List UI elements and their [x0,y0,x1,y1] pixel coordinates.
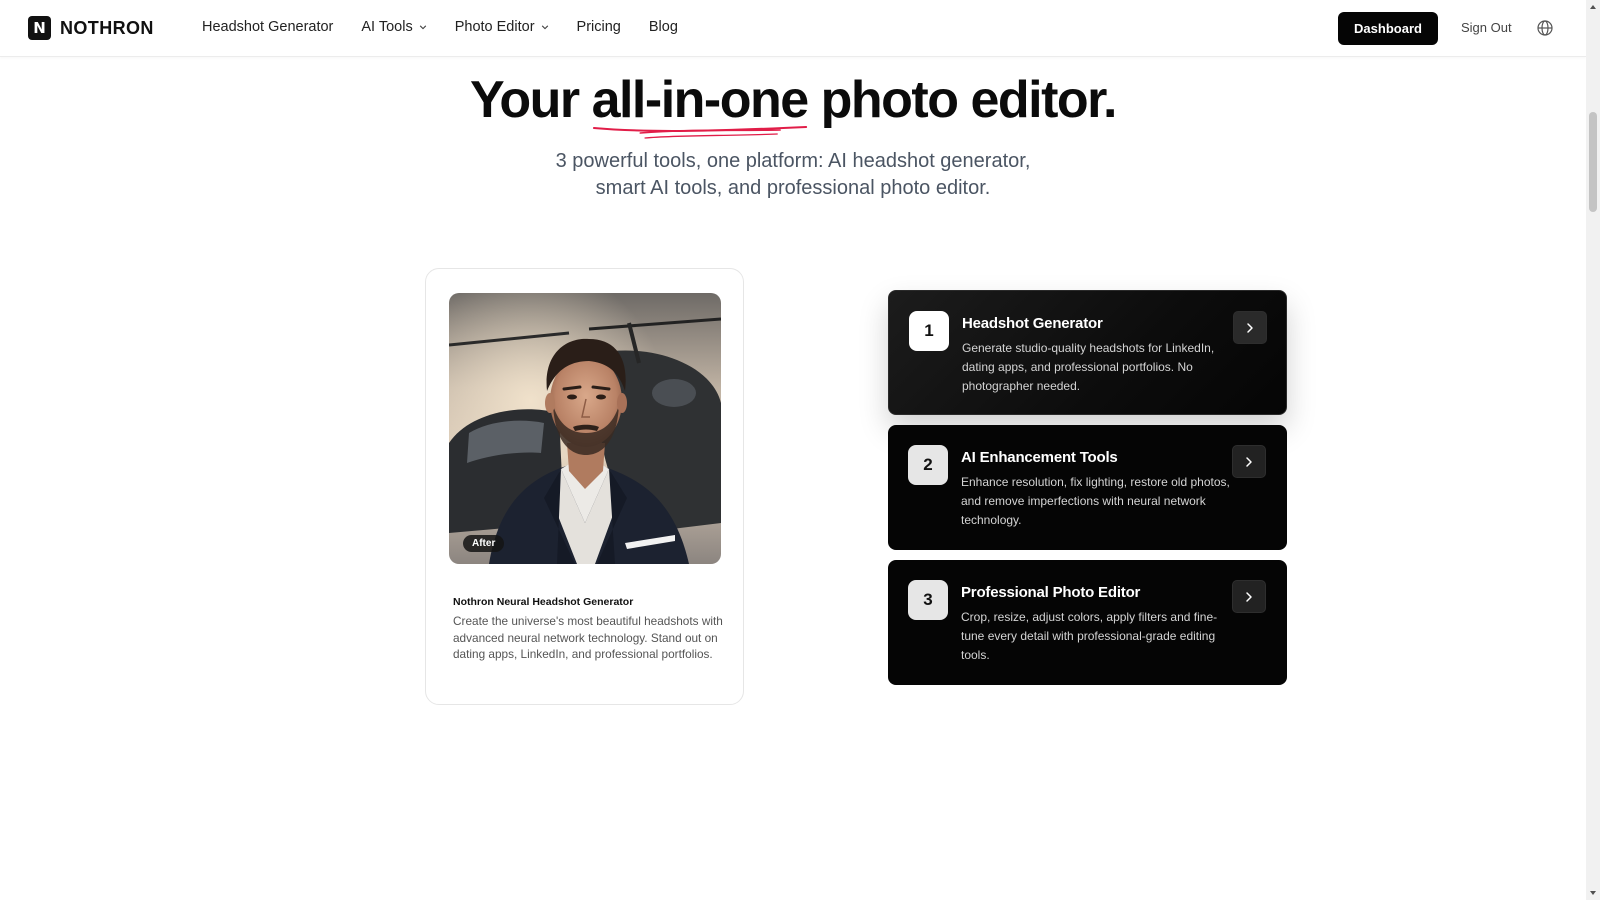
hero-title-pre: Your [470,71,592,129]
scroll-up-arrow-icon[interactable] [1589,3,1597,11]
chevron-down-icon [419,25,426,30]
nav-link-label: Photo Editor [454,19,535,35]
tool-open-button[interactable] [1232,445,1266,478]
sign-out-link[interactable]: Sign Out [1461,20,1512,35]
dashboard-button[interactable]: Dashboard [1338,12,1438,45]
tool-title: AI Enhancement Tools [961,449,1118,466]
nav-link-blog[interactable]: Blog [649,19,678,35]
tool-number-badge: 1 [909,311,949,351]
scroll-down-arrow-icon[interactable] [1589,889,1597,897]
tool-number-badge: 3 [908,580,948,620]
nav-link-label: Blog [648,19,678,35]
tool-number-badge: 2 [908,445,948,485]
hero-title: Your all-in-one photo editor. [0,70,1586,139]
after-badge: After [463,535,505,552]
chevron-down-icon [541,25,548,30]
tool-title: Headshot Generator [962,315,1103,332]
headshot-image [449,293,721,564]
tool-description: Generate studio-quality headshots for Li… [962,341,1215,393]
tool-title: Professional Photo Editor [961,584,1141,601]
tool-card-ai-enhancement[interactable]: 2 AI Enhancement Tools Enhance resolutio… [888,425,1287,550]
tool-card-headshot-generator[interactable]: 1 Headshot Generator Generate studio-qua… [888,290,1287,415]
brand-logo[interactable]: N NOTHRON [28,16,154,40]
top-nav: N NOTHRON Headshot Generator AI Tools Ph… [0,0,1586,57]
logo-mark-icon: N [28,16,51,40]
nav-link-label: Headshot Generator [202,19,334,35]
scrollbar-thumb[interactable] [1589,112,1597,212]
chevron-right-icon [1246,591,1252,602]
nav-link-photo-editor[interactable]: Photo Editor [455,19,549,35]
nav-link-label: AI Tools [361,19,413,35]
tool-open-button[interactable] [1232,580,1266,613]
hero-subtitle-line: 3 powerful tools, one platform: AI heads… [555,150,1031,172]
hero-title-post: photo editor. [807,71,1118,129]
scribble-underline-icon [592,126,807,139]
nav-link-pricing[interactable]: Pricing [577,19,621,35]
hero-title-highlight: all-in-one [591,70,810,139]
hero-subtitle-line: smart AI tools, and professional photo e… [595,177,991,199]
logo-text: NOTHRON [60,17,154,38]
nav-link-headshot-generator[interactable]: Headshot Generator [202,19,333,35]
showcase-card: After Nothron Neural Headshot Generator … [425,268,744,705]
tool-description: Enhance resolution, fix lighting, restor… [961,475,1230,527]
hero-title-highlight-text: all-in-one [591,71,810,129]
showcase-description: Create the universe's most beautiful hea… [453,614,723,662]
hero-subtitle: 3 powerful tools, one platform: AI heads… [0,148,1586,202]
tool-card-photo-editor[interactable]: 3 Professional Photo Editor Crop, resize… [888,560,1287,685]
globe-icon[interactable] [1537,20,1553,36]
nav-link-label: Pricing [576,19,621,35]
tool-open-button[interactable] [1233,311,1267,344]
tool-description: Crop, resize, adjust colors, apply filte… [961,610,1218,662]
showcase-title: Nothron Neural Headshot Generator [453,596,634,608]
nav-links: Headshot Generator AI Tools Photo Editor… [202,19,678,35]
chevron-right-icon [1247,322,1253,333]
headshot-photo: After [449,293,721,564]
nav-link-ai-tools[interactable]: AI Tools [361,19,426,35]
chevron-right-icon [1246,456,1252,467]
